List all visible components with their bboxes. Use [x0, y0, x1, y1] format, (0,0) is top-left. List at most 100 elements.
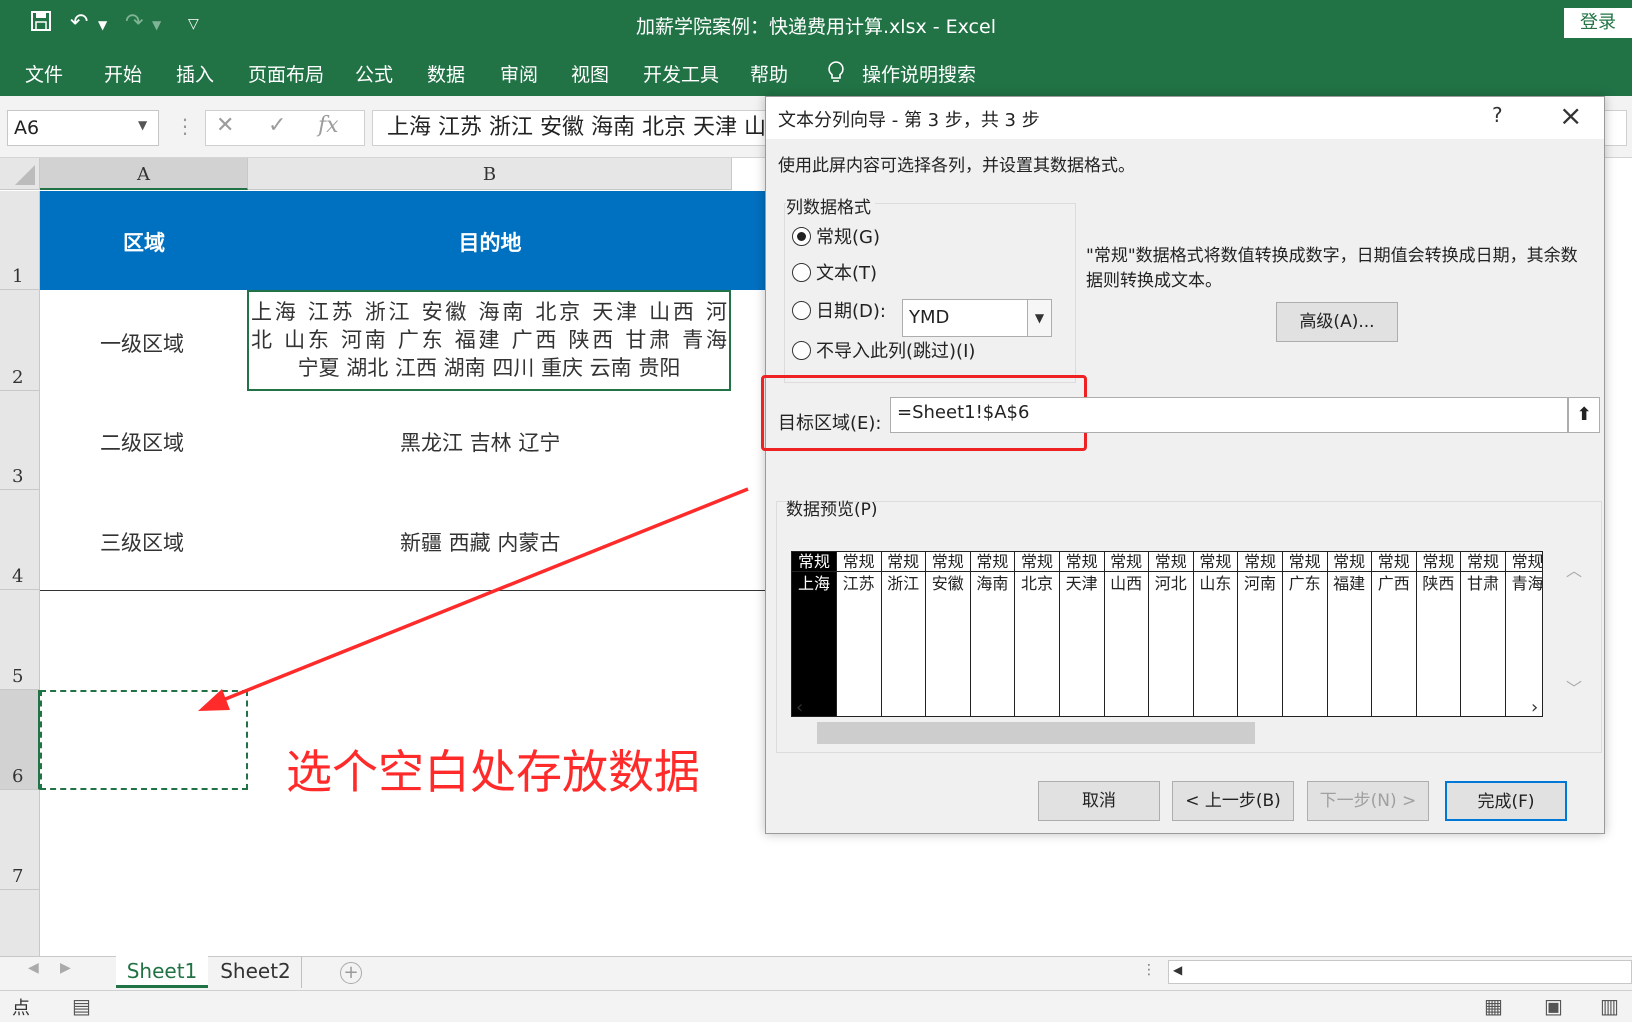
- preview-column[interactable]: 常规 浙江: [881, 552, 927, 716]
- radio-skip[interactable]: 不导入此列(跳过)(I): [792, 337, 975, 363]
- preview-cell: 安徽: [931, 574, 964, 593]
- column-header-a[interactable]: A: [40, 158, 248, 190]
- preview-cell: 浙江: [887, 574, 920, 593]
- radio-checked-icon: [792, 227, 811, 246]
- login-button[interactable]: 登录: [1564, 8, 1632, 38]
- radio-text-label: 文本(T): [816, 263, 878, 284]
- row-header-4[interactable]: 4: [0, 490, 40, 590]
- row-header-3[interactable]: 3: [0, 391, 40, 490]
- preview-column[interactable]: 常规 山西: [1104, 552, 1150, 716]
- chevron-down-icon[interactable]: ▼: [138, 118, 147, 132]
- preview-column[interactable]: 常规 海南: [970, 552, 1016, 716]
- cell-b2-line: 北 山东 河南 广东 福建 广西 陕西 甘肃 青海: [251, 328, 727, 352]
- cancel-icon[interactable]: ✕: [216, 113, 234, 138]
- ribbon-tabs: 文件 开始 插入 页面布局 公式 数据 审阅 视图 开发工具 帮助 操作说明搜索: [0, 48, 1632, 96]
- help-icon[interactable]: ?: [1492, 103, 1503, 127]
- collapse-dialog-icon[interactable]: ⬆: [1568, 397, 1600, 433]
- preview-column[interactable]: 常规 天津: [1059, 552, 1105, 716]
- back-button[interactable]: < 上一步(B): [1172, 781, 1294, 821]
- row-header-1[interactable]: 1: [0, 191, 40, 290]
- finish-button[interactable]: 完成(F): [1445, 781, 1567, 821]
- advanced-button[interactable]: 高级(A)...: [1276, 302, 1398, 342]
- preview-column-header: 常规: [836, 552, 881, 572]
- tab-insert[interactable]: 插入: [176, 60, 214, 87]
- preview-cell: 河南: [1243, 574, 1276, 593]
- preview-column[interactable]: 常规 北京: [1015, 552, 1060, 716]
- tab-home[interactable]: 开始: [104, 60, 142, 87]
- close-icon[interactable]: ×: [1559, 99, 1582, 132]
- row-header-2[interactable]: 2: [0, 290, 40, 391]
- radio-general[interactable]: 常规(G): [792, 223, 880, 249]
- tab-view[interactable]: 视图: [571, 60, 609, 87]
- scroll-right-icon[interactable]: ▶: [60, 960, 71, 976]
- preview-scroll-thumb[interactable]: [817, 722, 1255, 744]
- cell-b4[interactable]: 新疆 西藏 内蒙古: [400, 527, 560, 557]
- page-layout-view-icon[interactable]: ▣: [1544, 994, 1563, 1018]
- cell-b3[interactable]: 黑龙江 吉林 辽宁: [400, 427, 560, 457]
- tab-page-layout[interactable]: 页面布局: [248, 60, 324, 87]
- row-header-7[interactable]: 7: [0, 790, 40, 890]
- tab-file[interactable]: 文件: [25, 60, 63, 87]
- column-header-b[interactable]: B: [248, 158, 732, 190]
- preview-column-header: 常规: [1505, 552, 1542, 572]
- sheet-tab-sheet2[interactable]: Sheet2: [210, 956, 302, 988]
- normal-view-icon[interactable]: ▦: [1484, 994, 1503, 1018]
- date-format-select[interactable]: YMD ▼: [902, 299, 1052, 337]
- next-button[interactable]: 下一步(N) >: [1307, 781, 1429, 821]
- preview-column[interactable]: 常规 甘肃: [1461, 552, 1506, 716]
- row-header-8[interactable]: [0, 890, 40, 956]
- name-box[interactable]: A6: [7, 110, 159, 146]
- cell-a6-selection[interactable]: [40, 690, 248, 790]
- data-preview-grid[interactable]: 常规 上海 常规 江苏 常规 浙江 常规 安徽 常规 海南 常规 北京 常规 天津 常规 山西 常规 河北 常规 山东…: [791, 551, 1543, 717]
- scroll-left-icon[interactable]: ‹: [796, 697, 803, 718]
- scroll-down-icon[interactable]: ﹀: [1566, 675, 1582, 699]
- enter-icon[interactable]: ✓: [268, 113, 286, 138]
- preview-cell: 甘肃: [1466, 574, 1499, 593]
- destination-input[interactable]: =Sheet1!$A$6: [890, 397, 1568, 433]
- cancel-button[interactable]: 取消: [1038, 781, 1160, 821]
- preview-column[interactable]: 常规 广西: [1371, 552, 1417, 716]
- radio-text[interactable]: 文本(T): [792, 259, 877, 285]
- select-all-corner[interactable]: [0, 158, 40, 190]
- cell-a3[interactable]: 二级区域: [100, 427, 184, 457]
- destination-label: 目标区域(E):: [778, 413, 882, 434]
- cell-a2[interactable]: 一级区域: [100, 328, 184, 358]
- tab-formulas[interactable]: 公式: [355, 60, 393, 87]
- preview-column[interactable]: 常规 河北: [1148, 552, 1194, 716]
- preview-column[interactable]: 常规 广东: [1282, 552, 1328, 716]
- macro-record-icon[interactable]: ▤: [72, 994, 91, 1018]
- cell-a4[interactable]: 三级区域: [100, 527, 184, 557]
- radio-date[interactable]: 日期(D):: [792, 297, 886, 323]
- status-bar: [0, 990, 1632, 1022]
- tab-review[interactable]: 审阅: [500, 60, 538, 87]
- preview-column[interactable]: 常规 上海: [792, 552, 837, 716]
- insert-function-icon[interactable]: fx: [318, 113, 339, 138]
- tell-me-search[interactable]: 操作说明搜索: [862, 60, 976, 87]
- tab-split-handle-icon[interactable]: ⋮: [1142, 962, 1156, 978]
- preview-column[interactable]: 常规 青海: [1505, 552, 1542, 716]
- row-header-5[interactable]: 5: [0, 590, 40, 690]
- scroll-up-icon[interactable]: ︿: [1566, 557, 1582, 581]
- tab-developer[interactable]: 开发工具: [643, 60, 719, 87]
- preview-column[interactable]: 常规 江苏: [836, 552, 882, 716]
- tab-data[interactable]: 数据: [427, 60, 465, 87]
- scroll-left-icon[interactable]: ◀: [1173, 963, 1182, 977]
- cell-a1[interactable]: 区域: [40, 227, 248, 257]
- sheet-tab-sheet1[interactable]: Sheet1: [116, 956, 208, 988]
- preview-column[interactable]: 常规 山东: [1193, 552, 1239, 716]
- row-header-6[interactable]: 6: [0, 690, 40, 790]
- sheet-horizontal-scrollbar[interactable]: ◀: [1168, 960, 1632, 984]
- tab-help[interactable]: 帮助: [750, 60, 788, 87]
- chevron-down-icon[interactable]: ▼: [1027, 300, 1051, 336]
- preview-cell: 福建: [1333, 574, 1366, 593]
- preview-column[interactable]: 常规 福建: [1327, 552, 1373, 716]
- preview-column[interactable]: 常规 陕西: [1416, 552, 1462, 716]
- preview-column[interactable]: 常规 河南: [1238, 552, 1283, 716]
- page-break-view-icon[interactable]: ▥: [1600, 994, 1619, 1018]
- annotation-text: 选个空白处存放数据: [286, 745, 700, 799]
- add-sheet-icon[interactable]: +: [340, 962, 362, 984]
- scroll-left-icon[interactable]: ◀: [28, 960, 39, 976]
- preview-column[interactable]: 常规 安徽: [925, 552, 971, 716]
- scroll-right-icon[interactable]: ›: [1531, 697, 1538, 718]
- cell-b1[interactable]: 目的地: [248, 227, 732, 257]
